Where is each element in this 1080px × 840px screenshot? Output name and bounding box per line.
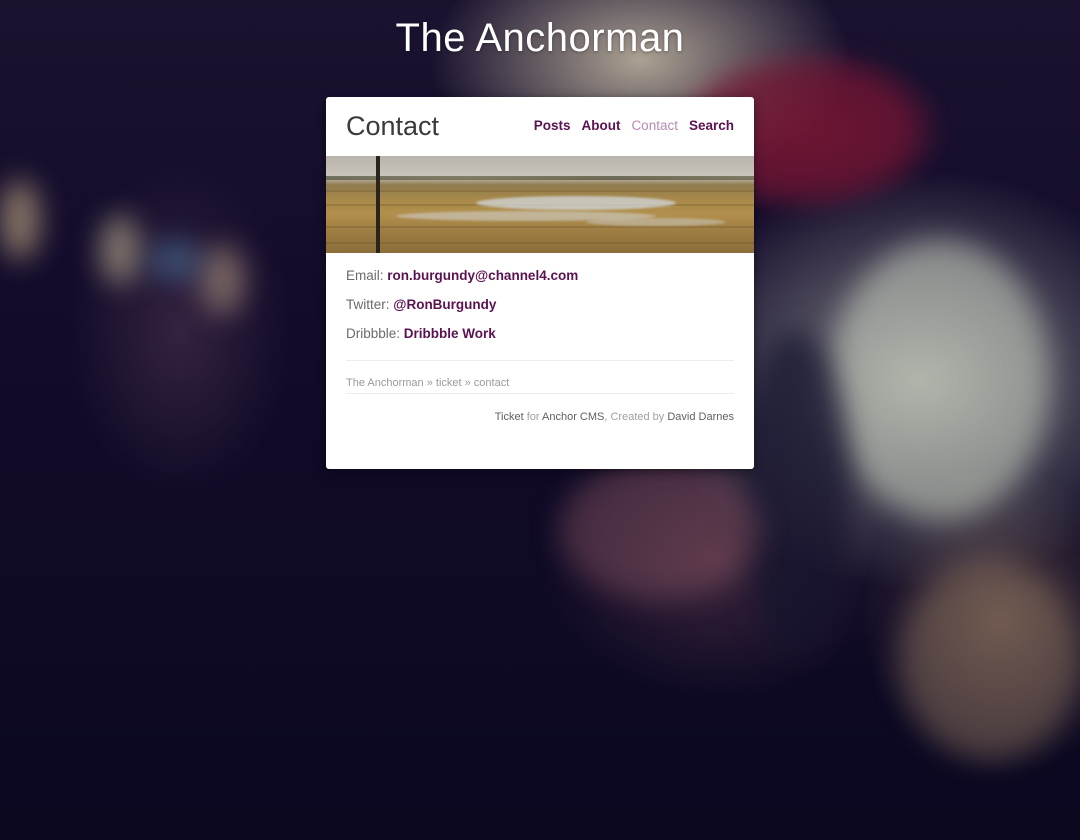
page-title: Contact (346, 111, 440, 141)
contact-details: Email: ron.burgundy@channel4.com Twitter… (326, 253, 754, 343)
hero-puddle (476, 196, 676, 210)
dribbble-label: Dribbble: (346, 326, 401, 341)
bokeh-light (150, 240, 200, 280)
nav-posts-link[interactable]: Posts (534, 118, 571, 133)
card-header: Contact Posts About Contact Search (326, 97, 754, 156)
hero-sky (326, 156, 754, 178)
twitter-row: Twitter: @RonBurgundy (346, 296, 734, 314)
hero-image (326, 156, 754, 253)
theme-link[interactable]: Ticket (495, 411, 524, 423)
nav-contact-link[interactable]: Contact (631, 118, 678, 133)
hero-treeline (326, 176, 754, 180)
bokeh-light (100, 215, 140, 285)
footer-credits: Ticket for Anchor CMS, Created by David … (326, 394, 754, 423)
content-card: Contact Posts About Contact Search Email… (326, 97, 754, 469)
hero-puddle (586, 218, 726, 226)
nav-search-link[interactable]: Search (689, 118, 734, 133)
dribbble-row: Dribbble: Dribbble Work (346, 325, 734, 343)
email-label: Email: (346, 268, 384, 283)
nav-about-link[interactable]: About (581, 118, 620, 133)
site-title[interactable]: The Anchorman (0, 16, 1080, 61)
hero-field-stripe (326, 190, 754, 192)
cms-link[interactable]: Anchor CMS (542, 411, 604, 423)
window-light (830, 240, 1050, 520)
author-link[interactable]: David Darnes (667, 411, 734, 423)
bokeh-light (0, 180, 40, 260)
hero-field-stripe (326, 226, 754, 228)
bokeh-light (200, 245, 245, 315)
main-nav: Posts About Contact Search (534, 118, 734, 133)
hero-field-stripe (326, 242, 754, 244)
dribbble-link[interactable]: Dribbble Work (404, 326, 496, 341)
breadcrumb: The Anchorman » ticket » contact (346, 377, 510, 389)
twitter-label: Twitter: (346, 297, 390, 312)
footer-created-text: , Created by (604, 411, 668, 423)
person-silhouette (740, 330, 850, 650)
footer-for-text: for (523, 411, 543, 423)
email-row: Email: ron.burgundy@channel4.com (346, 267, 734, 285)
bokeh-light (560, 460, 760, 600)
email-link[interactable]: ron.burgundy@channel4.com (387, 268, 578, 283)
hero-pole (376, 156, 380, 253)
twitter-link[interactable]: @RonBurgundy (393, 297, 496, 312)
bokeh-light (900, 560, 1080, 760)
